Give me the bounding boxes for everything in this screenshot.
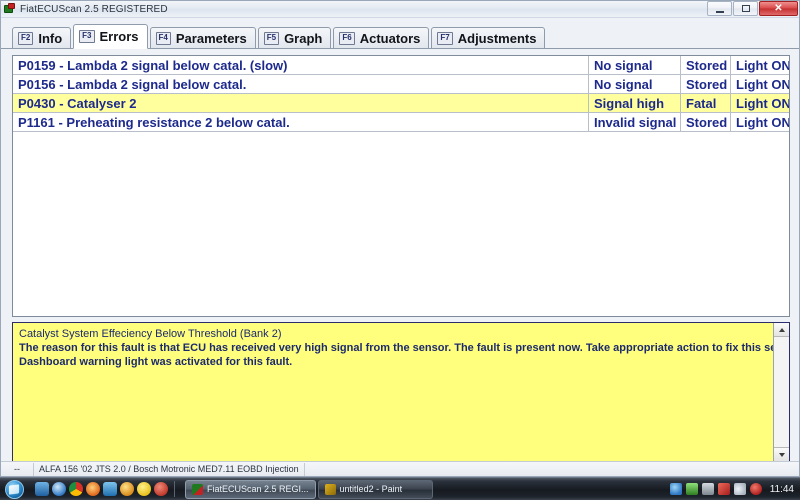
show-desktop-icon[interactable]	[35, 482, 49, 496]
tab-label-errors: Errors	[99, 29, 139, 44]
task-button-fiatecuscan[interactable]: FiatECUScan 2.5 REGI...	[185, 479, 316, 499]
cell-state: Signal high	[588, 94, 680, 112]
status-bar: -- ALFA 156 '02 JTS 2.0 / Bosch Motronic…	[1, 461, 799, 476]
cell-state: No signal	[588, 75, 680, 93]
screen-root: FiatECUScan 2.5 REGISTERED ✕ F2 Info F3 …	[0, 0, 800, 500]
cell-severity: Stored	[680, 113, 730, 131]
tab-actuators[interactable]: F6 Actuators	[333, 27, 430, 49]
utorrent-icon[interactable]	[120, 482, 134, 496]
table-row-selected[interactable]: P0430 - Catalyser 2 Signal high Fatal Li…	[13, 94, 789, 113]
close-icon: ✕	[774, 2, 783, 14]
close-button[interactable]: ✕	[759, 1, 798, 16]
fkey-badge-f4: F4	[155, 31, 171, 45]
cell-lamp: Light ON	[730, 75, 789, 93]
cell-severity: Fatal	[680, 94, 730, 112]
smiley-icon[interactable]	[137, 482, 151, 496]
battery-icon[interactable]	[685, 483, 698, 495]
scrollbar-track[interactable]	[774, 337, 789, 447]
task-label-paint: untitled2 - Paint	[339, 484, 403, 494]
cell-code: P0159 - Lambda 2 signal below catal. (sl…	[18, 57, 288, 73]
printer-icon[interactable]	[701, 483, 714, 495]
shield-icon[interactable]	[154, 482, 168, 496]
network-icon[interactable]	[669, 483, 682, 495]
fkey-badge-f5: F5	[263, 31, 280, 45]
taskbar: FiatECUScan 2.5 REGI... untitled2 - Pain…	[0, 477, 800, 500]
maximize-button[interactable]	[733, 1, 758, 16]
cell-code: P1161 - Preheating resistance 2 below ca…	[18, 114, 290, 130]
tab-label-info: Info	[38, 30, 63, 46]
tab-info[interactable]: F2 Info	[12, 27, 72, 49]
media-player-icon[interactable]	[103, 482, 117, 496]
fkey-badge-f7: F7	[437, 31, 453, 45]
action-center-icon[interactable]	[749, 483, 762, 495]
fiatecuscan-icon	[192, 483, 203, 495]
app-icon	[4, 3, 16, 15]
error-code-table[interactable]: P0159 - Lambda 2 signal below catal. (sl…	[12, 55, 790, 317]
chrome-icon[interactable]	[69, 482, 83, 496]
volume-icon[interactable]	[733, 483, 746, 495]
fkey-badge-f6: F6	[339, 31, 355, 45]
antivirus-icon[interactable]	[717, 483, 730, 495]
title-bar: FiatECUScan 2.5 REGISTERED ✕	[1, 1, 799, 18]
tab-strip: F2 Info F3 Errors F4 Parameters F5 Graph…	[1, 23, 799, 49]
internet-explorer-icon[interactable]	[52, 482, 66, 496]
paint-icon	[324, 483, 336, 495]
status-vehicle: ALFA 156 '02 JTS 2.0 / Bosch Motronic ME…	[34, 462, 305, 476]
fkey-badge-f2: F2	[18, 31, 34, 45]
taskbar-separator	[174, 481, 175, 497]
fault-description-text: Catalyst System Effeciency Below Thresho…	[13, 323, 773, 461]
system-tray: 11:44	[669, 483, 800, 495]
application-window: FiatECUScan 2.5 REGISTERED ✕ F2 Info F3 …	[0, 0, 800, 477]
tab-adjustments[interactable]: F7 Adjustments	[431, 27, 546, 49]
tab-label-graph: Graph	[284, 30, 323, 46]
tab-graph[interactable]: F5 Graph	[257, 27, 332, 49]
windows-logo-icon	[4, 479, 24, 499]
fkey-badge-f3: F3	[79, 30, 95, 43]
cell-lamp: Light ON	[730, 94, 789, 112]
window-title: FiatECUScan 2.5 REGISTERED	[20, 3, 168, 15]
scroll-up-arrow-icon[interactable]	[774, 323, 789, 337]
window-controls: ✕	[706, 1, 798, 16]
cell-lamp: Light ON	[730, 113, 789, 131]
description-scrollbar[interactable]	[773, 323, 789, 461]
cell-code: P0430 - Catalyser 2	[18, 95, 137, 111]
cell-severity: Stored	[680, 56, 730, 74]
tab-label-actuators: Actuators	[359, 30, 421, 46]
quick-launch-bar	[35, 482, 168, 496]
minimize-button[interactable]	[707, 1, 732, 16]
description-line-detail: The reason for this fault is that ECU ha…	[19, 342, 773, 354]
taskbar-clock[interactable]: 11:44	[770, 484, 794, 495]
cell-state: No signal	[588, 56, 680, 74]
scroll-down-arrow-icon[interactable]	[774, 447, 789, 461]
tab-parameters[interactable]: F4 Parameters	[149, 27, 256, 49]
table-row[interactable]: P1161 - Preheating resistance 2 below ca…	[13, 113, 789, 132]
cell-lamp: Light ON	[730, 56, 789, 74]
fault-description-panel: Catalyst System Effeciency Below Thresho…	[12, 322, 790, 462]
start-button[interactable]	[1, 479, 27, 500]
description-line-title: Catalyst System Effeciency Below Thresho…	[19, 328, 282, 340]
task-button-list: FiatECUScan 2.5 REGI... untitled2 - Pain…	[185, 479, 433, 499]
cell-severity: Stored	[680, 75, 730, 93]
cell-code: P0156 - Lambda 2 signal below catal.	[18, 76, 247, 92]
tab-label-adjustments: Adjustments	[457, 30, 537, 46]
task-button-paint[interactable]: untitled2 - Paint	[317, 479, 433, 499]
status-left: --	[1, 462, 34, 476]
cell-state: Invalid signal	[588, 113, 680, 131]
tab-errors[interactable]: F3 Errors	[73, 24, 148, 49]
task-label-fiatecuscan: FiatECUScan 2.5 REGI...	[207, 484, 309, 494]
table-row[interactable]: P0159 - Lambda 2 signal below catal. (sl…	[13, 56, 789, 75]
table-row[interactable]: P0156 - Lambda 2 signal below catal. No …	[13, 75, 789, 94]
tab-label-parameters: Parameters	[175, 30, 247, 46]
description-line-lamp: Dashboard warning light was activated fo…	[19, 356, 293, 368]
firefox-icon[interactable]	[86, 482, 100, 496]
